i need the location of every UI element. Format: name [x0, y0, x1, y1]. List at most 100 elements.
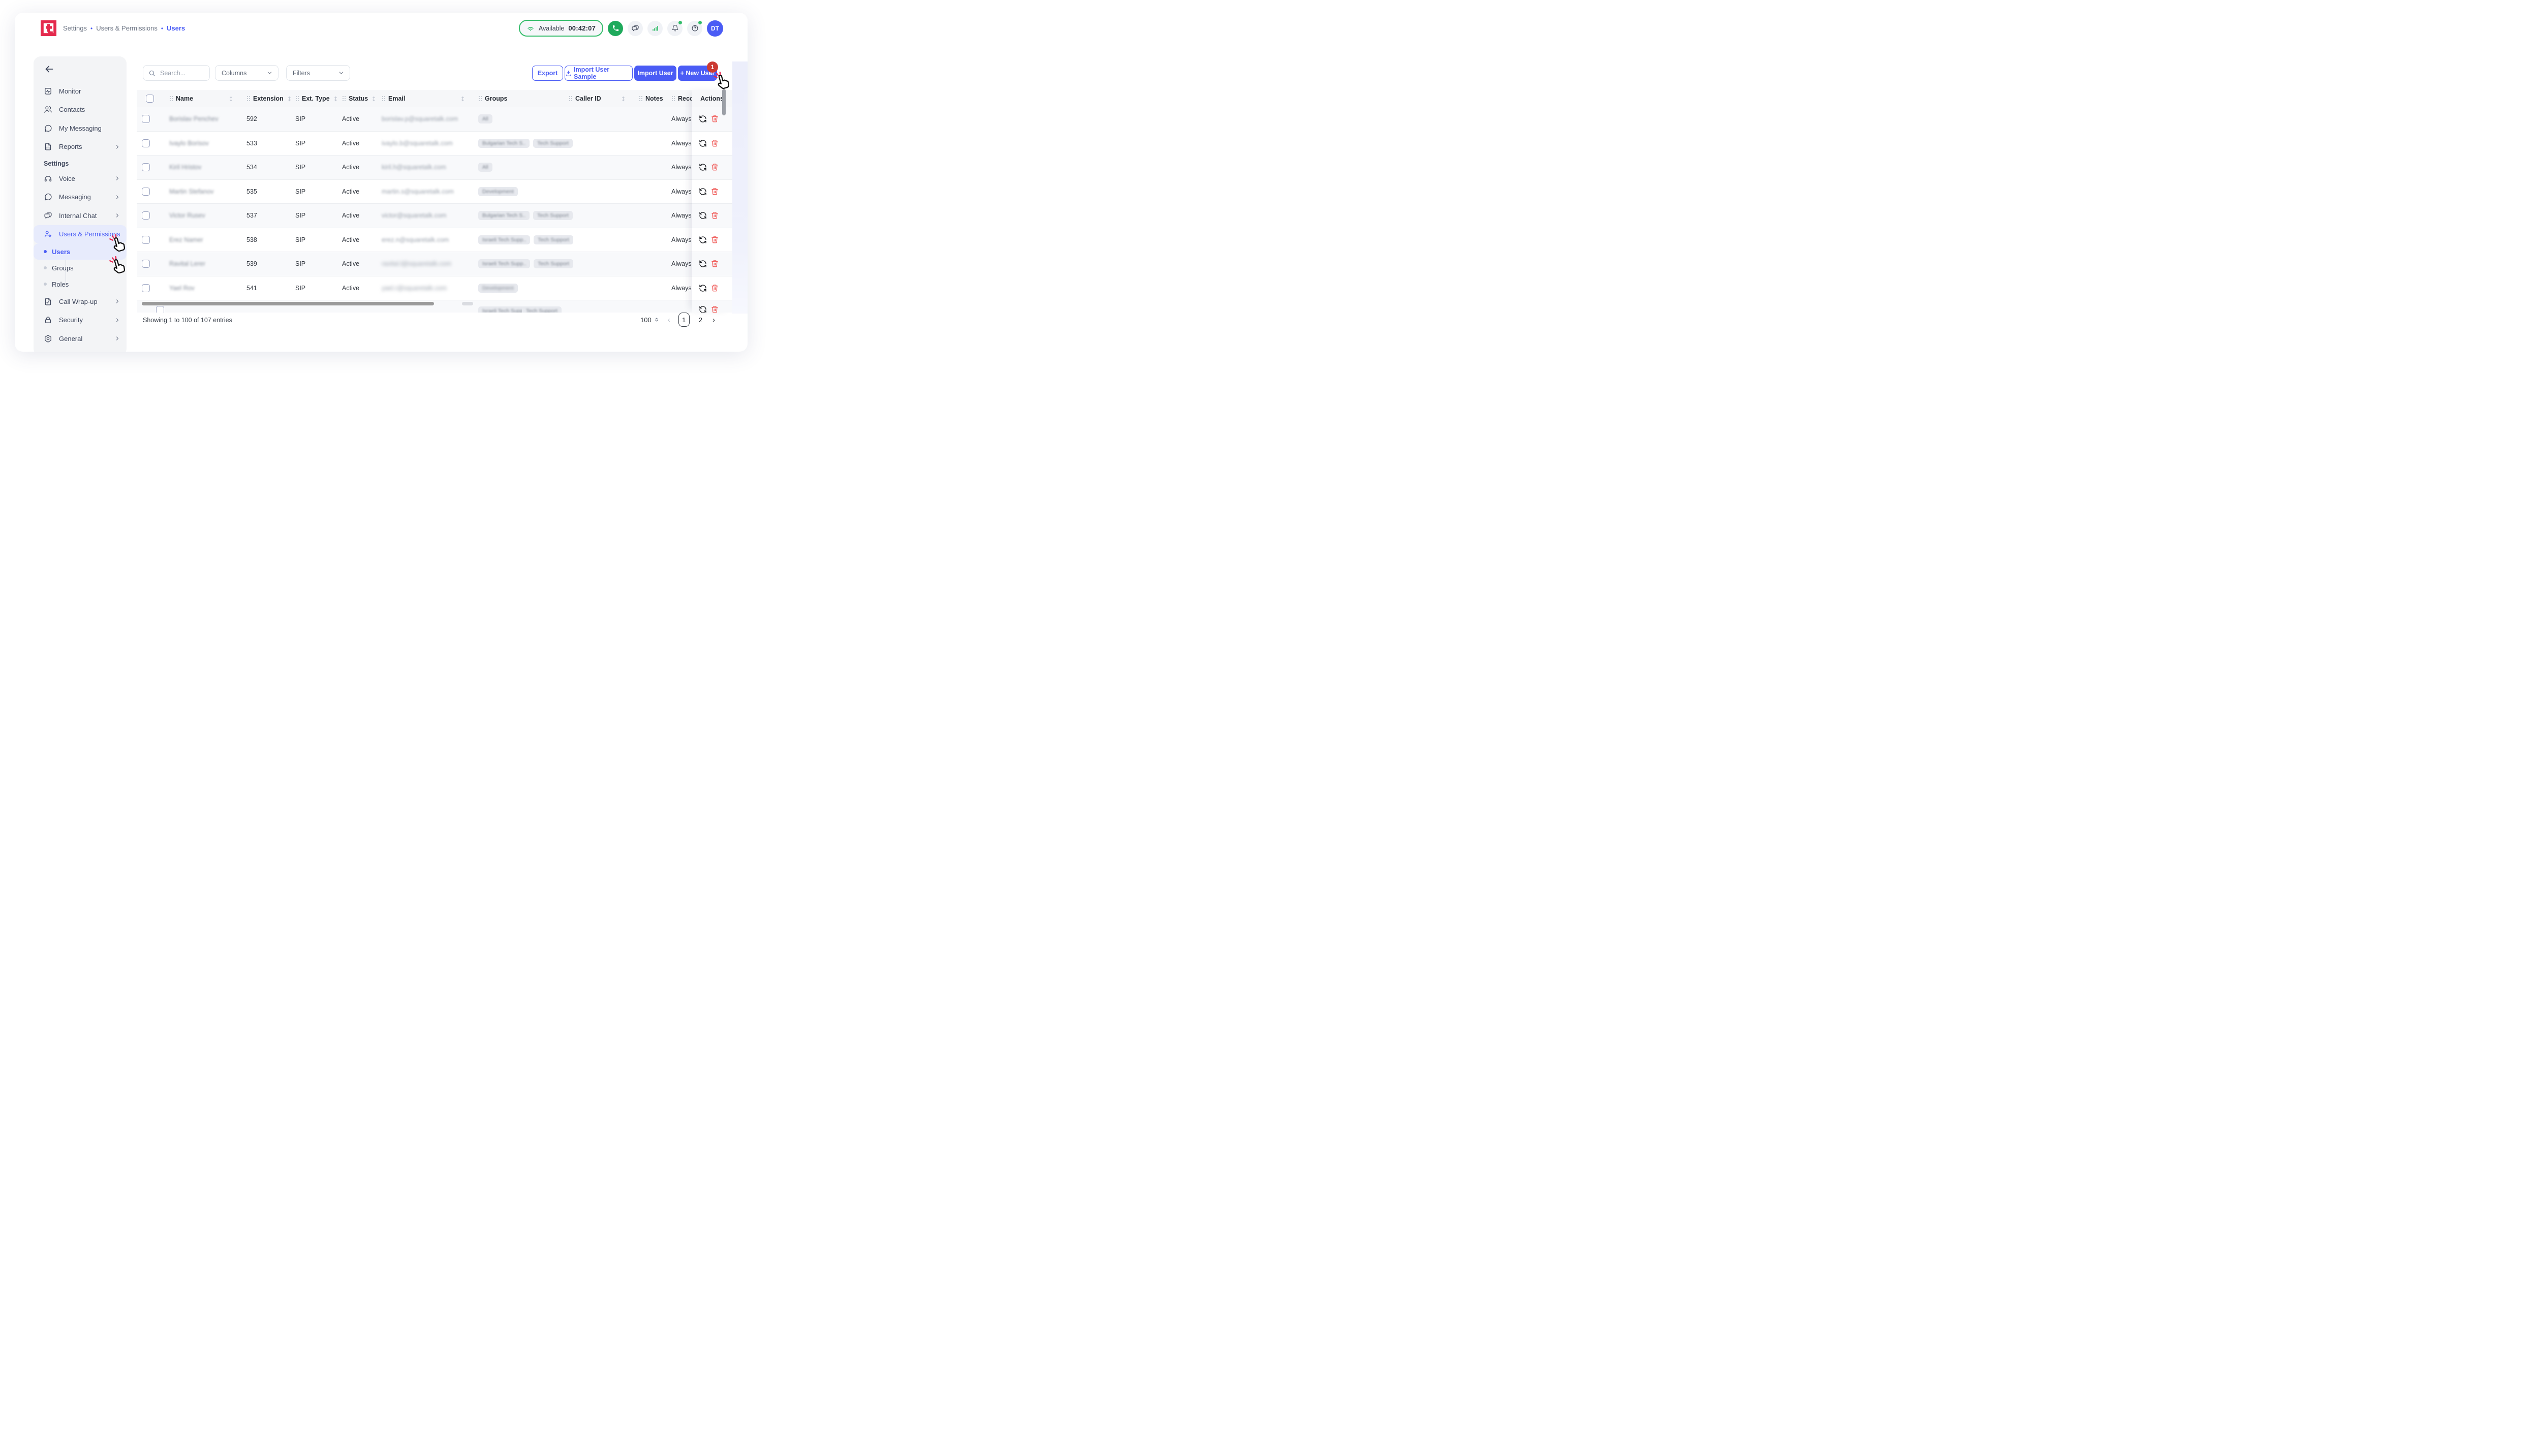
sidebar-item-voice[interactable]: Voice	[34, 169, 127, 188]
table-row-4: Martin Stefanov 535 SIP Active martin.s@squa…	[137, 179, 731, 204]
reset-password-icon[interactable]	[699, 139, 707, 147]
next-page-button[interactable]: ›	[711, 316, 716, 324]
export-button[interactable]: Export	[532, 66, 563, 81]
help-button[interactable]	[687, 20, 702, 36]
sidebar-item-users-permissions[interactable]: Users & Permissions	[34, 225, 127, 243]
row-checkbox[interactable]	[142, 187, 150, 196]
drag-icon[interactable]	[342, 96, 346, 102]
trash-icon[interactable]	[711, 305, 719, 313]
delete-user-icon[interactable]	[711, 284, 719, 292]
drag-icon[interactable]	[671, 96, 675, 102]
row-checkbox[interactable]	[142, 284, 150, 292]
cell-groups: Development	[474, 187, 565, 196]
drag-icon[interactable]	[295, 96, 299, 102]
chevron-down-icon	[266, 70, 273, 76]
collapse-sidebar-button[interactable]	[44, 64, 55, 75]
availability-status-pill[interactable]: Available 00:42:07	[518, 20, 603, 37]
sidebar-item-call-wrap-up[interactable]: Call Wrap-up	[34, 292, 127, 311]
page-size-selector[interactable]: 100	[640, 316, 660, 324]
call-quality-button[interactable]	[647, 20, 663, 36]
row-checkbox[interactable]	[142, 260, 150, 268]
reset-password-icon[interactable]	[699, 211, 707, 220]
sidebar-item-reports[interactable]: Reports	[34, 138, 127, 157]
drag-icon[interactable]	[569, 96, 573, 102]
column-header-label: Groups	[485, 95, 508, 102]
reset-password-icon[interactable]	[699, 163, 707, 171]
horizontal-scrollbar[interactable]	[142, 302, 434, 305]
cell-email: ravital.l@squaretalk.com	[382, 260, 452, 268]
sort-icon[interactable]	[286, 96, 291, 102]
chevron-right-icon[interactable]	[114, 335, 120, 342]
reset-password-icon[interactable]	[699, 236, 707, 244]
drag-icon[interactable]	[639, 96, 643, 102]
brand-logo-icon[interactable]	[41, 20, 56, 36]
select-all-checkbox[interactable]	[146, 95, 154, 103]
reset-password-icon[interactable]	[699, 284, 707, 292]
row-checkbox[interactable]	[142, 163, 150, 172]
import-user-sample-button[interactable]: Import User Sample	[565, 66, 633, 81]
sidebar-item-my-messaging[interactable]: My Messaging	[34, 119, 127, 138]
notifications-button[interactable]	[667, 20, 683, 36]
filters-dropdown[interactable]: Filters	[286, 65, 350, 81]
delete-user-icon[interactable]	[711, 163, 719, 171]
reset-password-icon[interactable]	[699, 115, 707, 123]
import-user-button[interactable]: Import User	[634, 66, 676, 81]
chevron-right-icon[interactable]	[114, 212, 120, 219]
breadcrumb-users[interactable]: Users	[167, 24, 185, 32]
breadcrumb-users-permissions[interactable]: Users & Permissions	[96, 24, 158, 32]
call-button[interactable]	[608, 20, 623, 36]
lock-icon	[44, 316, 52, 324]
search-input[interactable]	[159, 69, 204, 77]
sidebar-item-security[interactable]: Security	[34, 311, 127, 330]
sidebar-item-general[interactable]: General	[34, 329, 127, 348]
drag-icon[interactable]	[169, 96, 173, 102]
sidebar-item-internal-chat[interactable]: Internal Chat	[34, 206, 127, 225]
reset-password-icon[interactable]	[699, 188, 707, 196]
sort-icon[interactable]	[459, 96, 466, 102]
user-avatar[interactable]: DT	[707, 20, 723, 37]
row-checkbox[interactable]	[142, 139, 150, 147]
page-2-button[interactable]: 2	[697, 316, 704, 324]
delete-user-icon[interactable]	[711, 260, 719, 268]
sidebar-item-messaging[interactable]: Messaging	[34, 188, 127, 207]
delete-user-icon[interactable]	[711, 139, 719, 147]
columns-dropdown[interactable]: Columns	[215, 65, 278, 81]
sidebar-main-nav: Monitor Contacts My Messaging Reports	[34, 82, 127, 156]
reset-password-icon[interactable]	[699, 260, 707, 268]
row-checkbox[interactable]	[142, 211, 150, 220]
row-checkbox[interactable]	[142, 235, 150, 244]
sidebar-subitem-users[interactable]: Users	[34, 243, 127, 260]
sidebar-item-contacts[interactable]: Contacts	[34, 101, 127, 119]
row-checkbox[interactable]	[156, 306, 164, 313]
sidebar-subitem-groups[interactable]: Groups	[34, 260, 127, 276]
search-input-wrapper	[143, 65, 210, 81]
vertical-scrollbar[interactable]	[722, 89, 726, 115]
refresh-icon[interactable]	[699, 305, 707, 313]
sort-icon[interactable]	[370, 96, 377, 102]
sidebar-section-label: Settings	[44, 160, 69, 167]
prev-page-button[interactable]: ‹	[667, 316, 671, 324]
delete-user-icon[interactable]	[711, 188, 719, 196]
chevron-right-icon[interactable]	[114, 144, 120, 150]
chevron-right-icon[interactable]	[114, 317, 120, 323]
sort-icon[interactable]	[620, 96, 627, 102]
sort-icon[interactable]	[332, 96, 338, 102]
sidebar-item-label: Reports	[59, 143, 82, 151]
drag-icon[interactable]	[382, 96, 386, 102]
delete-user-icon[interactable]	[711, 211, 719, 220]
page-1-button[interactable]: 1	[678, 313, 690, 327]
drag-icon[interactable]	[478, 96, 482, 102]
breadcrumb-settings[interactable]: Settings	[63, 24, 87, 32]
sidebar-item-monitor[interactable]: Monitor	[34, 82, 127, 101]
sort-icon[interactable]	[228, 96, 234, 102]
drag-icon[interactable]	[246, 96, 251, 102]
chevron-right-icon[interactable]	[114, 194, 120, 200]
chevron-right-icon[interactable]	[114, 175, 120, 181]
delete-user-icon[interactable]	[711, 115, 719, 123]
sidebar-subitem-roles[interactable]: Roles	[34, 276, 127, 292]
cell-name: Ravital Lerer	[169, 260, 205, 268]
delete-user-icon[interactable]	[711, 236, 719, 244]
chevron-right-icon[interactable]	[114, 298, 120, 304]
messaging-button[interactable]	[628, 20, 643, 36]
row-checkbox[interactable]	[142, 115, 150, 123]
